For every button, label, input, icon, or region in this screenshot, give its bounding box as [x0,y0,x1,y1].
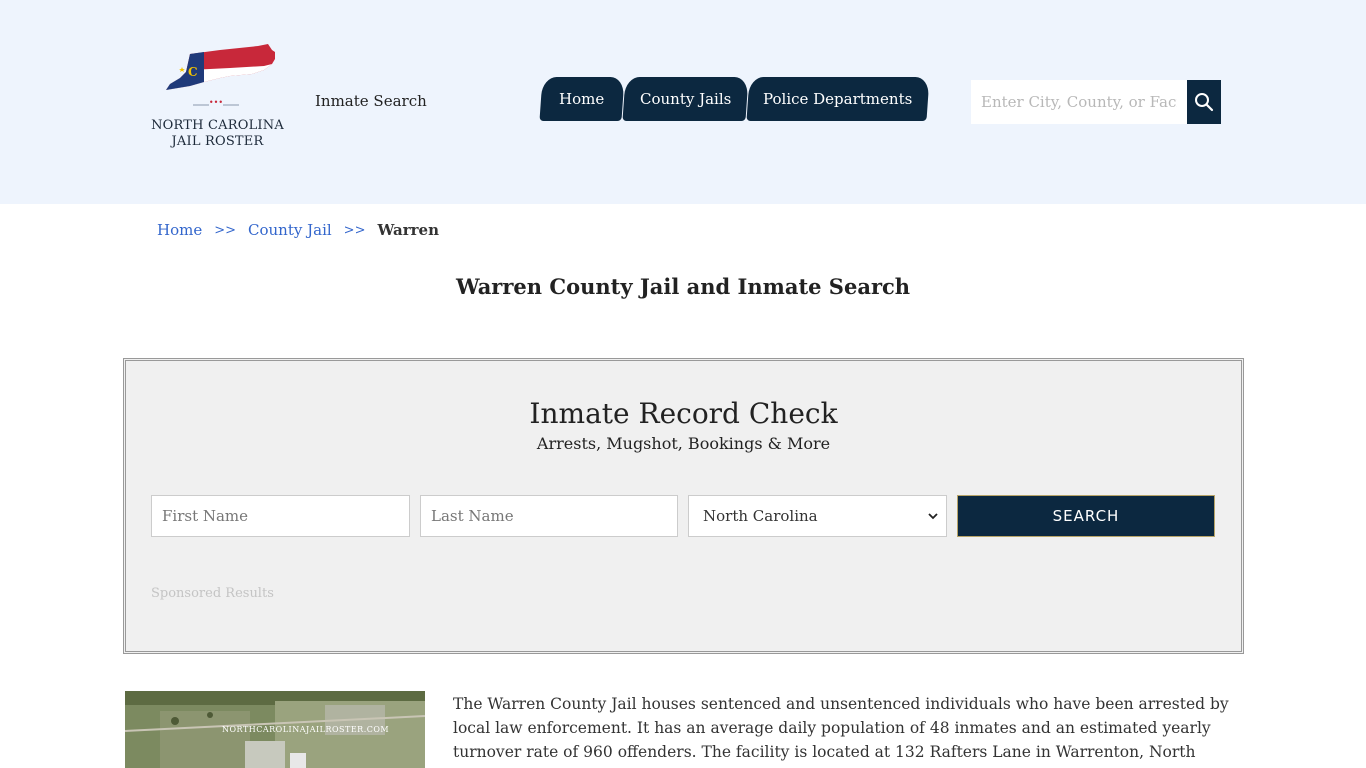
site-search [971,80,1221,124]
page-title: Warren County Jail and Inmate Search [455,274,911,299]
main-nav: Home County Jails Police Departments [539,77,930,121]
site-search-input[interactable] [971,80,1187,124]
svg-text:C: C [188,65,198,79]
inmate-record-check-panel: Inmate Record Check Arrests, Mugshot, Bo… [123,358,1244,654]
breadcrumb: Home >> County Jail >> Warren [157,221,439,239]
logo-title-line1: NORTH CAROLINA [151,118,284,133]
site-tagline[interactable]: Inmate Search [315,92,427,110]
site-header: C ••• NORTH CAROLINA JAIL ROSTER Inmate … [0,0,1366,204]
sponsored-results-label: Sponsored Results [151,586,274,601]
facility-aerial-image: NORTHCAROLINAJAILROSTER.COM [125,691,425,768]
search-icon [1195,93,1214,112]
breadcrumb-county-jail[interactable]: County Jail [248,221,332,239]
site-search-button[interactable] [1187,80,1221,124]
logo-dots: ••• [208,98,224,107]
last-name-input[interactable] [420,495,678,537]
breadcrumb-home[interactable]: Home [157,221,202,239]
nav-home-label: Home [559,90,605,108]
first-name-input[interactable] [151,495,410,537]
breadcrumb-separator: >> [214,222,237,238]
logo-title-line2: JAIL ROSTER [171,134,264,149]
site-logo[interactable]: C ••• NORTH CAROLINA JAIL ROSTER [145,42,290,157]
record-search-button[interactable]: SEARCH [957,495,1215,537]
breadcrumb-separator: >> [343,222,366,238]
chevron-down-icon [928,513,938,520]
nav-police-departments-label: Police Departments [763,90,913,108]
nav-home[interactable]: Home [539,77,625,121]
record-check-subtitle: Arrests, Mugshot, Bookings & More [536,434,831,453]
nav-county-jails[interactable]: County Jails [622,77,749,121]
state-select-value: North Carolina [703,507,818,525]
image-watermark: NORTHCAROLINAJAILROSTER.COM [222,725,390,734]
facility-description: The Warren County Jail houses sentenced … [453,695,1229,768]
nav-police-departments[interactable]: Police Departments [746,77,930,121]
breadcrumb-current: Warren [377,221,439,239]
record-check-title: Inmate Record Check [529,397,838,430]
state-select[interactable]: North Carolina [688,495,947,537]
nav-county-jails-label: County Jails [639,90,732,108]
north-carolina-flag-map-icon: C [166,44,275,90]
